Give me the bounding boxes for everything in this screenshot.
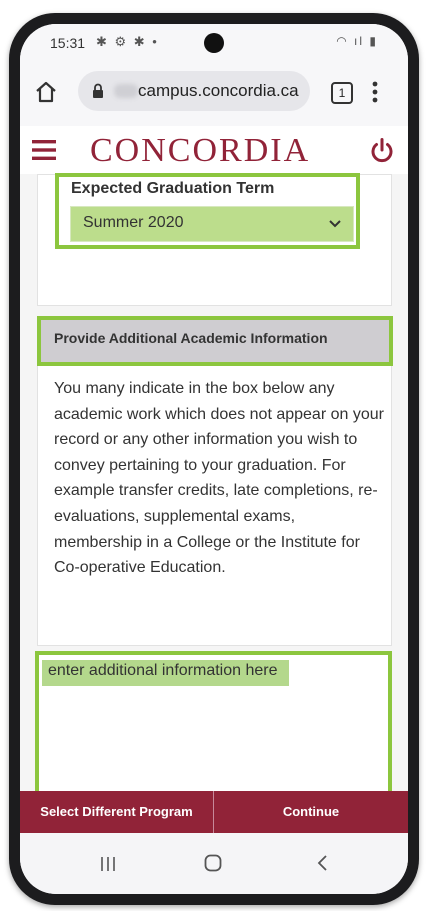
hamburger-menu-icon[interactable]: [32, 140, 56, 160]
notification-icons: ✱ ⚙ ✱ •: [96, 34, 159, 49]
continue-button[interactable]: Continue: [214, 791, 408, 833]
power-logout-icon[interactable]: [368, 137, 396, 165]
back-icon[interactable]: [316, 854, 328, 872]
web-page[interactable]: CONCORDIA Expected Graduation Term Summe…: [20, 126, 408, 791]
phone-frame: 15:31 ✱ ⚙ ✱ • ◠ ıl ▮ campus.concordia.ca…: [9, 13, 419, 905]
url-redacted: [114, 84, 138, 98]
lock-icon: [93, 83, 103, 98]
section-header-highlight: [37, 316, 393, 366]
additional-info-description: You many indicate in the box below any a…: [54, 380, 384, 577]
status-time: 15:31: [50, 35, 86, 51]
textarea-highlight: [35, 651, 392, 791]
chevron-down-icon: [329, 220, 341, 228]
home-icon[interactable]: [34, 80, 58, 104]
tabs-icon[interactable]: 1: [331, 82, 353, 104]
graduation-term-value: Summer 2020: [83, 214, 184, 231]
url-text: campus.concordia.ca: [138, 81, 299, 100]
front-camera: [204, 33, 224, 53]
system-status-icons: ◠ ıl ▮: [336, 34, 378, 48]
recent-apps-icon[interactable]: [100, 856, 116, 872]
phone-screen: 15:31 ✱ ⚙ ✱ • ◠ ıl ▮ campus.concordia.ca…: [20, 24, 408, 894]
graduation-term-label: Expected Graduation Term: [71, 180, 275, 197]
graduation-term-select[interactable]: Summer 2020: [70, 206, 354, 242]
concordia-logo[interactable]: CONCORDIA: [90, 132, 310, 170]
more-options-icon[interactable]: [372, 80, 378, 104]
site-header: CONCORDIA: [20, 126, 408, 174]
nav-home-icon[interactable]: [204, 854, 222, 872]
address-bar[interactable]: campus.concordia.ca: [78, 71, 310, 111]
android-nav-bar: [20, 833, 408, 894]
browser-toolbar: campus.concordia.ca 1: [20, 58, 408, 126]
action-bar: Select Different Program Continue: [20, 791, 408, 833]
select-different-program-button[interactable]: Select Different Program: [20, 791, 214, 833]
status-bar: 15:31 ✱ ⚙ ✱ • ◠ ıl ▮: [20, 24, 408, 58]
